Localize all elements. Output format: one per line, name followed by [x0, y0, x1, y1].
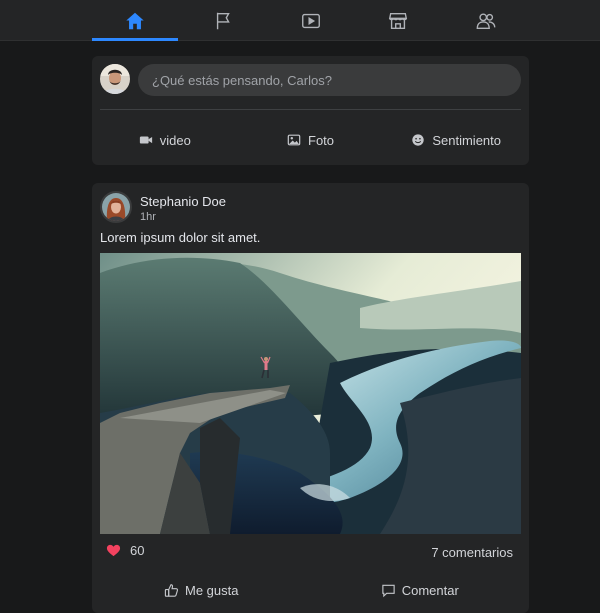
- post-author-name[interactable]: Stephanio Doe: [140, 194, 226, 209]
- reaction-summary[interactable]: 60: [106, 543, 144, 558]
- comment-label: Comentar: [401, 582, 459, 598]
- marketplace-icon: [388, 12, 408, 29]
- live-video-button[interactable]: video: [92, 124, 238, 156]
- post-composer: video Foto Sentimiento: [92, 56, 529, 165]
- like-button[interactable]: Me gusta: [92, 575, 311, 605]
- tab-pages[interactable]: [181, 0, 267, 41]
- tab-watch[interactable]: [268, 0, 354, 41]
- feeling-label: Sentimiento: [432, 132, 501, 148]
- feed-post: Stephanio Doe 1hr Lorem ipsum dolor sit …: [92, 183, 529, 613]
- post-text: Lorem ipsum dolor sit amet.: [100, 230, 261, 245]
- feeling-button[interactable]: Sentimiento: [383, 124, 529, 156]
- groups-icon: [476, 12, 496, 29]
- comment-button[interactable]: Comentar: [311, 575, 530, 605]
- smile-icon: [412, 134, 425, 146]
- post-actions: Me gusta Comentar: [92, 575, 529, 605]
- tab-home[interactable]: [92, 0, 178, 41]
- composer-divider: [100, 109, 521, 110]
- live-video-label: video: [159, 132, 191, 148]
- comments-count[interactable]: 7 comentarios: [431, 545, 513, 560]
- post-timestamp[interactable]: 1hr: [140, 211, 156, 223]
- photo-label: Foto: [308, 132, 335, 148]
- video-icon: [302, 13, 320, 28]
- tab-groups[interactable]: [443, 0, 529, 41]
- like-label: Me gusta: [185, 582, 239, 598]
- whats-on-your-mind-input[interactable]: [138, 64, 521, 96]
- video-camera-icon: [139, 136, 152, 144]
- flag-icon: [216, 12, 230, 29]
- fjord-cliff-image: [100, 253, 521, 534]
- home-icon: [126, 12, 144, 29]
- thumbs-up-icon: [164, 583, 179, 597]
- tab-marketplace[interactable]: [355, 0, 441, 41]
- current-user-avatar[interactable]: [100, 64, 130, 94]
- author-avatar[interactable]: [100, 191, 132, 223]
- heart-icon: [106, 544, 121, 557]
- comment-icon: [382, 584, 395, 597]
- composer-actions: video Foto Sentimiento: [92, 124, 529, 156]
- likes-count: 60: [130, 543, 145, 558]
- photo-button[interactable]: Foto: [238, 124, 384, 156]
- post-photo[interactable]: [100, 253, 521, 534]
- top-navigation: [0, 0, 600, 41]
- photo-icon: [287, 134, 301, 146]
